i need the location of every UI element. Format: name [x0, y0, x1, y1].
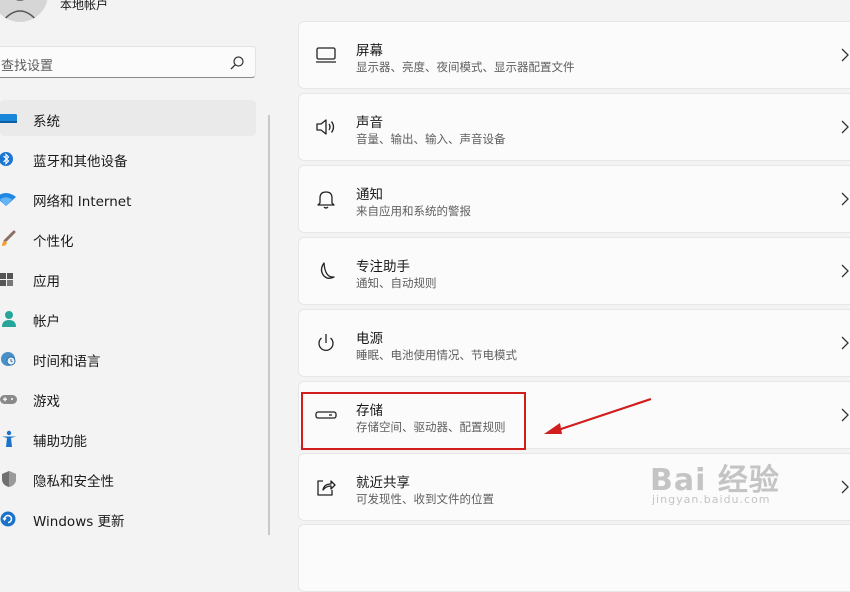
- card-title: 屏幕: [356, 43, 383, 59]
- sidebar-item-network[interactable]: 网络和 Internet: [0, 180, 256, 216]
- search-box[interactable]: 查找设置: [0, 46, 256, 78]
- card-title: 声音: [356, 115, 383, 131]
- card-subtitle: 可发现性、收到文件的位置: [356, 492, 494, 506]
- sidebar-item-label: 时间和语言: [33, 354, 101, 370]
- annotation-highlight-box: [301, 392, 526, 450]
- update-icon: [0, 511, 16, 527]
- card-title: 电源: [356, 331, 383, 347]
- sidebar-item-label: 辅助功能: [33, 434, 87, 450]
- monitor-icon: [0, 114, 17, 123]
- sidebar-item-personalization[interactable]: 个性化: [0, 220, 256, 256]
- accessibility-icon: [2, 430, 16, 447]
- gamepad-icon: [0, 395, 17, 404]
- share-icon: [317, 480, 336, 496]
- person-icon: [2, 311, 16, 327]
- search-icon[interactable]: [229, 55, 245, 71]
- power-icon: [318, 334, 334, 352]
- card-subtitle: 来自应用和系统的警报: [356, 204, 471, 218]
- settings-card-nearby-sharing[interactable]: 就近共享 可发现性、收到文件的位置: [298, 453, 850, 521]
- settings-card-focus-assist[interactable]: 专注助手 通知、自动规则: [298, 237, 850, 305]
- shield-icon: [2, 471, 16, 487]
- sidebar-nav: 系统 蓝牙和其他设备 网络和 Internet 个性化 应用 帐户 时间和语言 …: [0, 100, 256, 540]
- card-subtitle: 音量、输出、输入、声音设备: [356, 132, 506, 146]
- sidebar-item-privacy[interactable]: 隐私和安全性: [0, 460, 256, 496]
- bluetooth-icon: [0, 152, 13, 166]
- sidebar-item-time-language[interactable]: 时间和语言: [0, 340, 256, 376]
- card-title: 通知: [356, 187, 383, 203]
- speaker-icon: [316, 119, 335, 135]
- clock-globe-icon: [1, 352, 16, 366]
- sidebar-item-label: Windows 更新: [33, 514, 125, 530]
- sidebar-item-accessibility[interactable]: 辅助功能: [0, 420, 256, 456]
- search-input[interactable]: 查找设置: [1, 55, 53, 74]
- chevron-right-icon: [841, 336, 849, 350]
- card-title: 专注助手: [356, 259, 410, 275]
- card-subtitle: 显示器、亮度、夜间模式、显示器配置文件: [356, 60, 575, 74]
- sidebar-item-label: 蓝牙和其他设备: [33, 154, 128, 170]
- chevron-right-icon: [841, 192, 849, 206]
- display-icon: [316, 47, 336, 63]
- sidebar-item-label: 网络和 Internet: [33, 194, 132, 210]
- brush-icon: [2, 230, 16, 246]
- sidebar-item-label: 隐私和安全性: [33, 474, 114, 490]
- card-subtitle: 通知、自动规则: [356, 276, 437, 290]
- avatar[interactable]: [0, 0, 48, 22]
- settings-card-display[interactable]: 屏幕 显示器、亮度、夜间模式、显示器配置文件: [298, 21, 850, 89]
- sidebar-item-label: 系统: [33, 114, 60, 130]
- sidebar-item-bluetooth[interactable]: 蓝牙和其他设备: [0, 140, 256, 176]
- sidebar-item-apps[interactable]: 应用: [0, 260, 256, 296]
- settings-card-power[interactable]: 电源 睡眠、电池使用情况、节电模式: [298, 309, 850, 377]
- bell-icon: [317, 191, 335, 209]
- settings-card-sound[interactable]: 声音 音量、输出、输入、声音设备: [298, 93, 850, 161]
- annotation-arrow-icon: [544, 397, 652, 434]
- chevron-right-icon: [841, 408, 849, 422]
- settings-card-next[interactable]: [298, 524, 850, 592]
- chevron-right-icon: [841, 264, 849, 278]
- account-name: 本地帐户: [60, 0, 109, 12]
- sidebar-item-system[interactable]: 系统: [0, 100, 256, 136]
- chevron-right-icon: [841, 480, 849, 494]
- sidebar-item-label: 应用: [33, 274, 60, 290]
- chevron-right-icon: [841, 48, 849, 62]
- person-icon: [1, 0, 39, 22]
- sidebar-item-windows-update[interactable]: Windows 更新: [0, 500, 256, 536]
- card-subtitle: 睡眠、电池使用情况、节电模式: [356, 348, 517, 362]
- chevron-right-icon: [841, 120, 849, 134]
- sidebar-item-accounts[interactable]: 帐户: [0, 300, 256, 336]
- sidebar-item-label: 帐户: [33, 314, 60, 330]
- sidebar-item-gaming[interactable]: 游戏: [0, 380, 256, 416]
- moon-icon: [320, 262, 335, 279]
- card-title: 就近共享: [356, 475, 410, 491]
- wifi-icon: [0, 193, 16, 206]
- apps-icon: [0, 273, 13, 286]
- settings-card-notifications[interactable]: 通知 来自应用和系统的警报: [298, 165, 850, 233]
- scrollbar[interactable]: [268, 115, 270, 535]
- sidebar-item-label: 个性化: [33, 234, 74, 250]
- sidebar-item-label: 游戏: [33, 394, 60, 410]
